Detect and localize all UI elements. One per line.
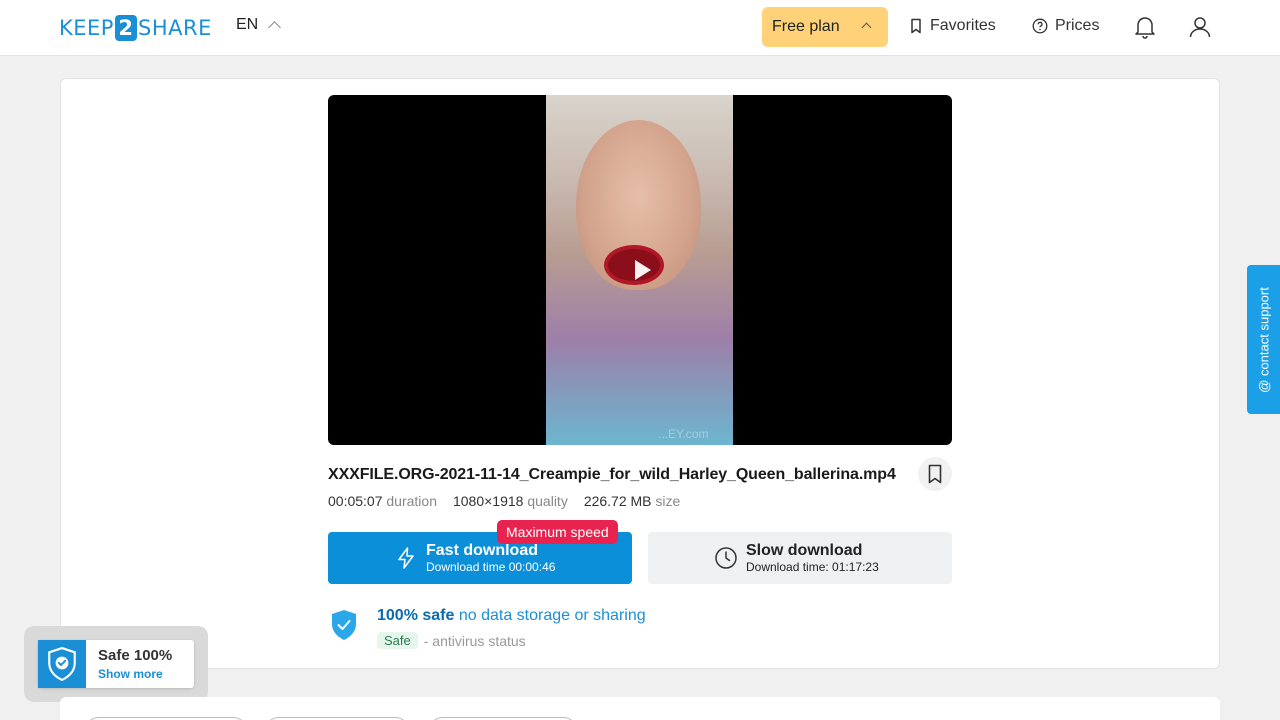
fast-download-time: Download time 00:00:46 [426, 559, 556, 574]
quality-label: quality [527, 493, 568, 509]
antivirus-status: - antivirus status [423, 632, 526, 649]
safe-widget-title: Safe 100% [98, 647, 173, 664]
top-header: KEEP 2 SHARE EN Free plan Favorites Pric… [0, 0, 1280, 56]
shield-check-icon [332, 610, 356, 640]
file-meta: 00:05:07 duration 1080×1918 quality 226.… [328, 493, 680, 509]
help-circle-icon [1032, 18, 1048, 34]
show-more-link[interactable]: Show more [98, 667, 163, 681]
slow-download-text: Slow download Download time: 01:17:23 [746, 542, 879, 575]
related-files-card [60, 697, 1220, 720]
widget-shield-box [38, 640, 86, 688]
thumbnail-mouth [604, 245, 664, 285]
video-watermark: ...EY.com [658, 427, 709, 441]
prices-link[interactable]: Prices [1032, 17, 1099, 35]
maximum-speed-badge: Maximum speed [497, 520, 618, 544]
safety-rest-text: no data storage or sharing [454, 607, 646, 624]
user-icon[interactable] [1187, 14, 1213, 40]
size-value: 226.72 MB [583, 493, 652, 509]
antivirus-row: Safe - antivirus status [377, 632, 526, 649]
prices-label: Prices [1055, 17, 1100, 34]
play-icon[interactable] [635, 260, 651, 280]
chevron-up-icon [268, 21, 282, 34]
size-meta: 226.72 MB size [584, 493, 681, 509]
quality-meta: 1080×1918 quality [453, 493, 568, 509]
file-name: XXXFILE.ORG-2021-11-14_Creampie_for_wild… [328, 466, 896, 483]
safe-widget[interactable]: Safe 100% Show more [24, 626, 208, 702]
bookmark-icon [928, 464, 942, 484]
safe-widget-card: Safe 100% Show more [38, 640, 194, 688]
slow-download-time: Download time: 01:17:23 [746, 559, 879, 574]
fast-download-title: Fast download [426, 541, 538, 559]
favorites-link[interactable]: Favorites [909, 17, 996, 35]
safety-bold-text: 100% safe [377, 607, 455, 624]
language-label: EN [236, 16, 259, 33]
size-label: size [655, 493, 681, 509]
plan-label: Free plan [772, 18, 840, 35]
slow-download-button[interactable]: Slow download Download time: 01:17:23 [648, 532, 952, 584]
antivirus-badge: Safe [377, 632, 418, 649]
quality-value: 1080×1918 [452, 493, 524, 509]
slow-download-title: Slow download [746, 541, 863, 559]
keep2share-logo[interactable]: KEEP 2 SHARE [59, 14, 212, 42]
duration-label: duration [386, 493, 437, 509]
logo-text-right: SHARE [137, 16, 212, 40]
bell-icon[interactable] [1132, 14, 1158, 40]
chevron-up-icon [861, 22, 872, 33]
safety-text: 100% safe no data storage or sharing [377, 607, 646, 625]
shield-check-icon [48, 647, 76, 681]
lightning-icon [398, 547, 414, 569]
logo-text-mid: 2 [114, 15, 137, 41]
contact-support-label: @ contact support [1256, 286, 1271, 393]
duration-value: 00:05:07 [328, 493, 383, 509]
video-player[interactable]: ...EY.com [328, 95, 952, 445]
bookmark-icon [911, 18, 921, 34]
clock-icon [715, 547, 737, 569]
bookmark-button[interactable] [918, 457, 952, 491]
fast-download-text: Fast download Download time 00:00:46 [426, 542, 555, 575]
contact-support-tab[interactable]: @ contact support [1247, 265, 1280, 414]
duration-meta: 00:05:07 duration [328, 493, 437, 509]
language-selector[interactable]: EN [236, 16, 282, 34]
plan-dropdown[interactable]: Free plan [762, 7, 888, 47]
favorites-label: Favorites [930, 17, 996, 34]
logo-text-left: KEEP [59, 16, 114, 40]
